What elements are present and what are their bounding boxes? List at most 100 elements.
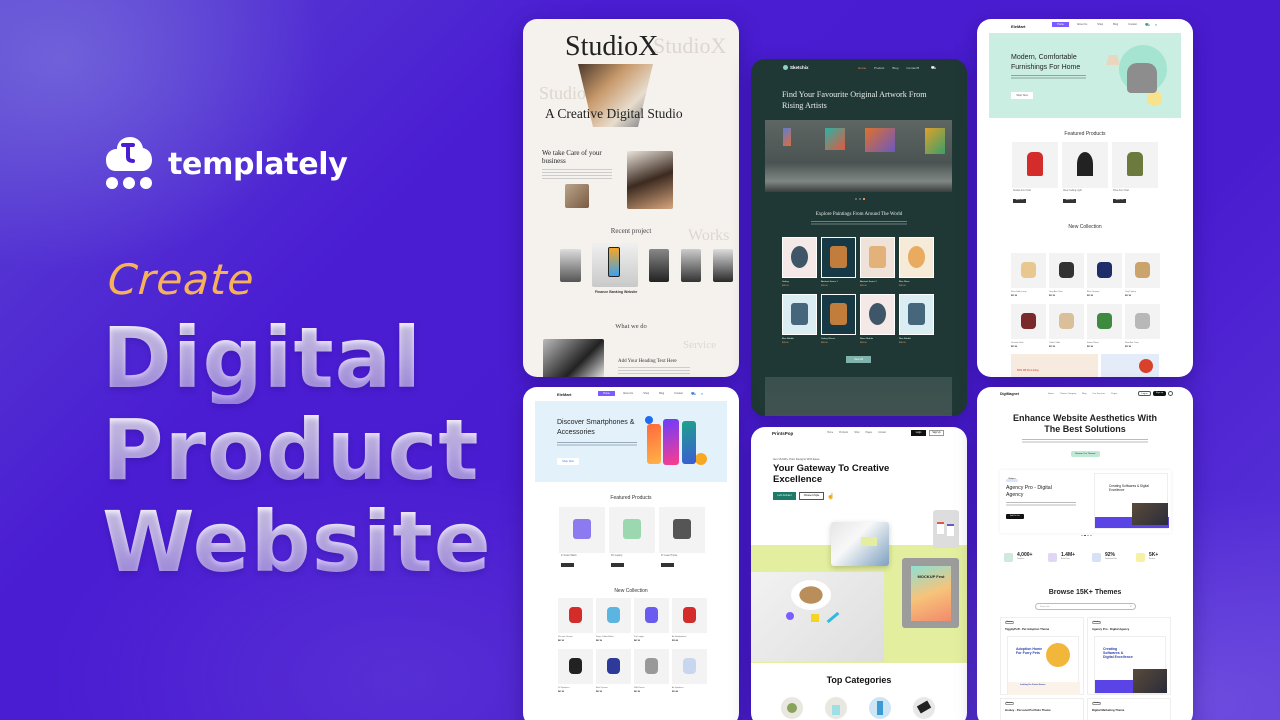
theme-card[interactable]: Gutenberg Agency Pro - Digital Agency Crea… <box>1087 617 1171 695</box>
product-card[interactable] <box>659 507 705 553</box>
product-card[interactable] <box>1062 142 1108 188</box>
theme-card[interactable]: Elementor TiggityPuff - Pet Adoption Them… <box>1000 617 1084 695</box>
shop-now-button[interactable]: Shop Now <box>1011 92 1033 99</box>
product-card[interactable] <box>1049 304 1084 339</box>
shop-now-button[interactable]: Shop Now <box>557 458 579 465</box>
project-thumb-featured[interactable] <box>592 243 638 287</box>
cart-icon[interactable]: ⛟ <box>1145 22 1150 28</box>
featured-slide[interactable]: Wordpress Agency Pro - Digital Agency Ad… <box>1000 470 1171 533</box>
nav-link[interactable]: Home <box>1048 393 1054 395</box>
product-card[interactable] <box>558 649 593 684</box>
product-card[interactable] <box>634 598 669 633</box>
nav-link[interactable]: Products <box>839 432 848 434</box>
painting-card[interactable] <box>899 237 934 278</box>
add-to-cart-button[interactable]: Add to Cart <box>1113 199 1126 203</box>
product-card[interactable] <box>1125 253 1160 288</box>
painting-card[interactable] <box>860 237 895 278</box>
nav-link[interactable]: About Us <box>1077 23 1087 26</box>
painting-card[interactable] <box>782 237 817 278</box>
painting-card[interactable] <box>821 237 856 278</box>
preview-digimagnet[interactable]: DigiMagnet Home Theme Category Blog Our … <box>977 387 1193 720</box>
product-card[interactable] <box>596 649 631 684</box>
nav-link[interactable]: Blog <box>892 66 898 70</box>
theme-search-input[interactable]: Search for... <box>1035 603 1136 610</box>
project-thumb[interactable] <box>560 249 581 282</box>
promo-banner[interactable] <box>1101 354 1159 377</box>
product-card[interactable] <box>672 649 707 684</box>
product-card[interactable] <box>559 507 605 553</box>
add-to-cart-button[interactable] <box>611 563 624 567</box>
search-icon[interactable]: ⌕ <box>1155 22 1157 27</box>
login-button[interactable]: Login <box>911 430 926 436</box>
slide-dots[interactable] <box>1081 535 1092 536</box>
nav-link[interactable]: Contact <box>674 392 683 395</box>
signup-button[interactable]: Sign Up <box>929 430 944 436</box>
category-item[interactable] <box>825 697 847 719</box>
carousel-dots[interactable] <box>855 198 865 200</box>
search-icon[interactable]: ⌕ <box>701 391 703 396</box>
preview-electronics-shop[interactable]: EleMart Home About Us Shop Blog Contact … <box>523 387 739 720</box>
add-to-cart-button[interactable]: Add To Cart <box>1006 514 1024 519</box>
nav-link-active[interactable]: Home <box>598 391 615 396</box>
nav-link[interactable]: Home <box>827 432 833 434</box>
nav-link[interactable]: Theme Category <box>1060 393 1076 395</box>
search-icon[interactable]: ⌕ <box>917 65 919 70</box>
category-item[interactable] <box>781 697 803 719</box>
product-card[interactable] <box>1087 253 1122 288</box>
product-card[interactable] <box>1087 304 1122 339</box>
preview-furniture-shop[interactable]: EleMart Home About Us Shop Blog Contact … <box>977 19 1193 377</box>
preview-sketchix[interactable]: Sketchix Home Product Blog Contact ⌕ ⛟ F… <box>751 59 967 416</box>
view-all-button[interactable]: View All <box>846 356 871 363</box>
nav-link[interactable]: Contact <box>1128 23 1137 26</box>
theme-card[interactable]: Gutenberg Digital Marketing Theme <box>1087 698 1171 720</box>
add-to-cart-button[interactable] <box>661 563 674 567</box>
nav-link[interactable]: Shop <box>1097 23 1103 26</box>
product-card[interactable] <box>558 598 593 633</box>
add-to-cart-button[interactable]: Add to Cart <box>1013 199 1026 203</box>
nav-link[interactable]: Shop <box>643 392 649 395</box>
promo-banner[interactable]: 50% Off On Living <box>1011 354 1098 377</box>
nav-link[interactable]: Home <box>858 66 866 70</box>
product-card[interactable] <box>1012 142 1058 188</box>
add-to-cart-button[interactable]: Add to Cart <box>1063 199 1076 203</box>
product-card[interactable] <box>672 598 707 633</box>
painting-card[interactable] <box>899 294 934 335</box>
nav-link[interactable]: Contact <box>878 432 886 434</box>
nav-link[interactable]: About Us <box>623 392 633 395</box>
preview-studiox[interactable]: StudioX Studio StudioX A Creative Digita… <box>523 19 739 377</box>
product-card[interactable] <box>1011 304 1046 339</box>
nav-link[interactable]: Pages <box>1111 393 1117 395</box>
signup-button[interactable]: Sign up <box>1153 391 1166 396</box>
preview-printspop[interactable]: PrintsPop Home Products Shop Pages Conta… <box>751 427 967 720</box>
nav-link[interactable]: Blog <box>1113 23 1118 26</box>
product-card[interactable] <box>634 649 669 684</box>
painting-card[interactable] <box>860 294 895 335</box>
nav-link[interactable]: Contact <box>906 66 916 70</box>
project-thumb[interactable] <box>713 249 733 282</box>
project-thumb[interactable] <box>649 249 669 282</box>
nav-link[interactable]: Shop <box>854 432 859 434</box>
nav-link-active[interactable]: Home <box>1052 22 1069 27</box>
category-item[interactable] <box>913 697 935 719</box>
theme-card[interactable]: Elementor Hooley - Personal Portfolio The… <box>1000 698 1084 720</box>
product-card[interactable] <box>609 507 655 553</box>
painting-card[interactable] <box>782 294 817 335</box>
lets-connect-button[interactable]: Let's Connect <box>773 492 796 500</box>
cart-icon[interactable]: ⛟ <box>691 391 696 397</box>
cart-icon[interactable]: ⛟ <box>931 65 936 71</box>
browse-themes-button[interactable]: Browse Our Themes <box>1071 451 1100 457</box>
choose-style-button[interactable]: Choose A Style <box>799 492 824 500</box>
product-card[interactable] <box>1112 142 1158 188</box>
search-icon[interactable]: ⌕ <box>1130 604 1132 608</box>
product-card[interactable] <box>596 598 631 633</box>
nav-link[interactable]: Product <box>874 66 884 70</box>
product-card[interactable] <box>1125 304 1160 339</box>
project-thumb[interactable] <box>681 249 701 282</box>
category-item[interactable] <box>869 697 891 719</box>
nav-link[interactable]: Blog <box>659 392 664 395</box>
cart-icon[interactable] <box>1168 391 1173 396</box>
login-button[interactable]: Log in <box>1138 391 1151 396</box>
product-card[interactable] <box>1049 253 1084 288</box>
nav-link[interactable]: Blog <box>1082 393 1086 395</box>
nav-link[interactable]: Pages <box>866 432 873 434</box>
